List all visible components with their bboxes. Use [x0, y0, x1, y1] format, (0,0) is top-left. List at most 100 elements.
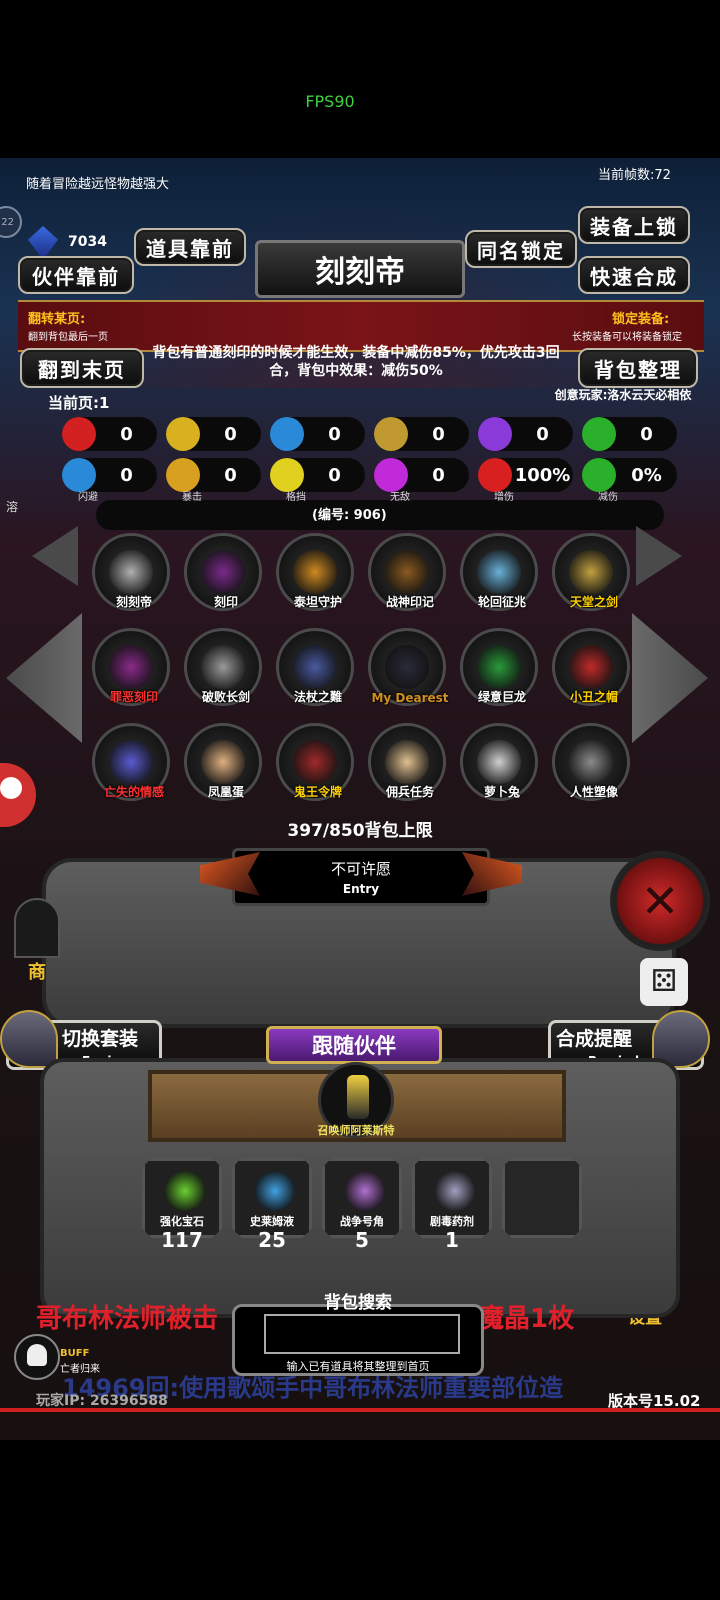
inventory-slot[interactable]: 凤凰蛋 — [184, 723, 262, 801]
stat-label: 闪避 — [78, 492, 98, 503]
consumable-slot[interactable]: 战争号角 — [322, 1158, 402, 1238]
inventory-slot[interactable]: 刻刻帝 — [92, 533, 170, 611]
item-name: 罪恶刻印 — [109, 690, 158, 704]
item-name: 法杖之難 — [293, 690, 342, 704]
inventory-slot[interactable]: 天堂之剑 — [552, 533, 630, 611]
game-view: 随着冒险越远怪物越强大 当前帧数:72 22 7034 溶 道具靠前 伙伴靠前 … — [0, 158, 720, 1440]
stat-value: 0 — [432, 423, 445, 445]
inventory-slot[interactable]: My Dearest — [368, 628, 449, 706]
stat-value: 0 — [224, 423, 237, 445]
inventory-slot[interactable]: 轮回征兆 — [460, 533, 538, 611]
current-page: 当前页:1 — [48, 394, 110, 412]
shop-button[interactable] — [14, 898, 60, 958]
item-name: 凤凰蛋 — [207, 785, 244, 799]
player-ip: 玩家IP: 26396588 — [36, 1393, 168, 1409]
stat-value: 0% — [631, 464, 662, 486]
consumable-slot-empty[interactable] — [502, 1158, 582, 1238]
sort-bag-button[interactable]: 背包整理 — [578, 348, 698, 388]
close-button[interactable]: ✕ — [610, 851, 710, 951]
inventory-slot[interactable]: 战神印记 — [368, 533, 446, 611]
inventory-slot[interactable]: 小丑之帽 — [552, 628, 630, 706]
stat-value: 0 — [432, 464, 445, 486]
armor-icon — [166, 417, 200, 451]
bag-search-title: 背包搜索 — [324, 1293, 392, 1313]
stat-item: 0 — [374, 417, 469, 451]
stat-value: 0 — [640, 423, 653, 445]
bag-search-hint: 输入已有道具将其整理到首页 — [286, 1360, 430, 1373]
inventory-slot[interactable]: 佣兵任务 — [368, 723, 446, 801]
item-icon — [109, 645, 153, 689]
stat-value: 0 — [224, 464, 237, 486]
item-description: 背包有普通刻印的时候才能生效，装备中减伤85%，优先攻击3回合，背包中效果：减伤… — [152, 345, 560, 379]
stat-item: 0% 减伤 — [582, 458, 677, 503]
inventory-slot[interactable]: 绿意巨龙 — [460, 628, 538, 706]
consumable-slot[interactable]: 史莱姆液 — [232, 1158, 312, 1238]
skull-icon[interactable] — [14, 1334, 60, 1380]
block-icon — [270, 458, 304, 492]
inventory-slot[interactable]: 罪恶刻印 — [92, 628, 170, 706]
inventory-slot[interactable]: 刻印 — [184, 533, 262, 611]
frame-count: 当前帧数:72 — [598, 168, 671, 183]
heart-icon — [62, 417, 96, 451]
crit-icon — [166, 458, 200, 492]
item-icon — [385, 740, 429, 784]
consumable-icon — [435, 1171, 475, 1211]
inventory-slot[interactable]: 破败长剑 — [184, 628, 262, 706]
item-icon — [385, 645, 429, 689]
flip-page-title: 翻转某页: — [28, 312, 86, 327]
consumable-name: 史莱姆液 — [250, 1215, 294, 1228]
consumable-slot[interactable]: 强化宝石 — [142, 1158, 222, 1238]
item-title: 刻刻帝 — [255, 240, 465, 298]
user-icon — [0, 777, 22, 799]
bag-search-input[interactable] — [264, 1314, 460, 1354]
quick-merge-button[interactable]: 快速合成 — [578, 256, 690, 294]
consumable-count: 5 — [355, 1228, 369, 1252]
prev-page-arrow[interactable] — [6, 613, 82, 743]
equip-lock-button[interactable]: 装备上锁 — [578, 206, 690, 244]
damage-reduce-icon — [582, 458, 616, 492]
last-page-button[interactable]: 翻到末页 — [20, 348, 144, 388]
consumable-count: 25 — [258, 1228, 286, 1252]
stat-label: 格挡 — [286, 492, 306, 503]
stat-item: 100% 增伤 — [478, 458, 573, 503]
stat-value: 0 — [120, 423, 133, 445]
consumable-slot[interactable]: 剧毒药剂 — [412, 1158, 492, 1238]
prev-arrow-small[interactable] — [32, 526, 78, 586]
tip-text: 随着冒险越远怪物越强大 — [26, 177, 170, 192]
close-icon: ✕ — [640, 874, 680, 928]
same-name-lock-button[interactable]: 同名锁定 — [465, 230, 577, 268]
stat-item: 0 — [62, 417, 157, 451]
inventory-slot[interactable]: 萝卜兔 — [460, 723, 538, 801]
follow-partner-title: 跟随伙伴 — [266, 1026, 442, 1064]
consumable-name: 强化宝石 — [160, 1215, 204, 1228]
item-name: 人性塑像 — [569, 785, 618, 799]
inventory-slot[interactable]: 亡失的情感 — [92, 723, 170, 801]
inventory-slot[interactable]: 人性塑像 — [552, 723, 630, 801]
stat-item: 0 — [166, 417, 261, 451]
item-icon — [385, 550, 429, 594]
consumable-count: 117 — [161, 1228, 203, 1252]
inventory-slot[interactable]: 鬼王令牌 — [276, 723, 354, 801]
invincible-icon — [374, 458, 408, 492]
lock-equip-sub: 长按装备可以将装备锁定 — [572, 332, 682, 343]
next-arrow-small[interactable] — [636, 526, 682, 586]
consumable-icon — [255, 1171, 295, 1211]
item-name: 亡失的情感 — [103, 785, 164, 799]
inventory-slot[interactable]: 泰坦守护 — [276, 533, 354, 611]
item-name: 泰坦守护 — [293, 595, 342, 609]
item-icon — [569, 645, 613, 689]
sword-icon — [374, 417, 408, 451]
next-page-arrow[interactable] — [632, 613, 708, 743]
stat-item: 0 — [270, 417, 365, 451]
consumable-icon — [345, 1171, 385, 1211]
skull-shape — [27, 1344, 47, 1366]
inventory-slot[interactable]: 法杖之難 — [276, 628, 354, 706]
partner-front-button[interactable]: 伙伴靠前 — [18, 256, 134, 294]
dice-icon[interactable]: ⚄ — [640, 958, 688, 1006]
item-name: 刻印 — [213, 595, 238, 609]
item-icon — [477, 550, 521, 594]
equip-switch-label: 切换套装 — [62, 1028, 139, 1050]
items-front-button[interactable]: 道具靠前 — [134, 228, 246, 266]
item-icon — [201, 550, 245, 594]
flip-page-sub: 翻到背包最后一页 — [28, 332, 108, 343]
